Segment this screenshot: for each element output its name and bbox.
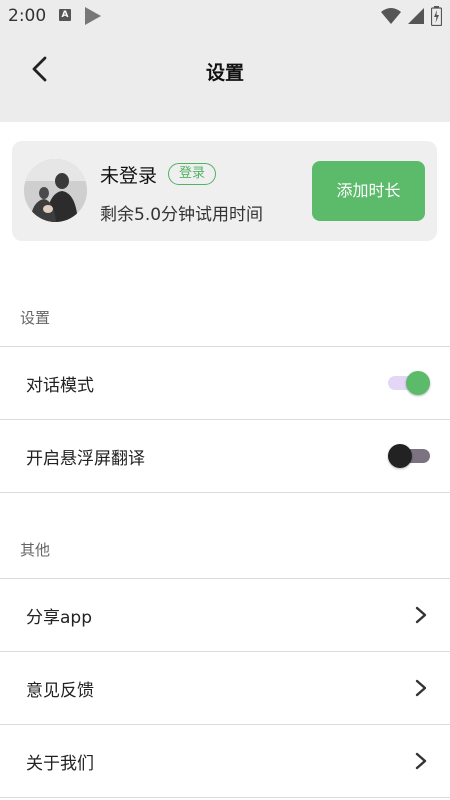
wifi-icon [381, 8, 401, 24]
signal-icon [408, 8, 424, 24]
divider [0, 492, 450, 493]
battery-icon [431, 6, 442, 26]
setting-row-floating-translate[interactable]: 开启悬浮屏翻译 [0, 419, 450, 492]
dialogue-mode-toggle[interactable] [388, 369, 430, 397]
row-label: 意见反馈 [26, 681, 94, 701]
row-feedback[interactable]: 意见反馈 [0, 651, 450, 724]
play-store-icon [84, 6, 102, 30]
row-label: 关于我们 [26, 754, 94, 774]
add-time-button[interactable]: 添加时长 [312, 161, 425, 221]
row-share-app[interactable]: 分享app [0, 578, 450, 651]
row-label: 分享app [26, 608, 92, 628]
user-card: 未登录 登录 剩余5.0分钟试用时间 添加时长 [12, 141, 437, 241]
chevron-right-icon [415, 606, 427, 624]
notification-a-icon: A [59, 9, 71, 21]
status-bar: 2:00 A [0, 0, 450, 32]
status-time: 2:00 [8, 6, 47, 26]
avatar-image [24, 159, 87, 222]
setting-row-dialogue-mode[interactable]: 对话模式 [0, 346, 450, 419]
divider [0, 797, 450, 798]
user-name: 未登录 [100, 165, 158, 187]
app-bar: 设置 [0, 32, 450, 122]
avatar[interactable] [24, 159, 87, 222]
trial-remaining-text: 剩余5.0分钟试用时间 [100, 205, 264, 225]
toggle-thumb [388, 444, 412, 468]
floating-translate-toggle[interactable] [388, 442, 430, 470]
chevron-right-icon [415, 679, 427, 697]
chevron-right-icon [415, 752, 427, 770]
section-title-settings: 设置 [20, 309, 51, 327]
section-title-other: 其他 [20, 541, 51, 559]
toggle-thumb [406, 371, 430, 395]
login-button[interactable]: 登录 [168, 163, 216, 185]
row-about-us[interactable]: 关于我们 [0, 724, 450, 797]
setting-label: 开启悬浮屏翻译 [26, 449, 145, 469]
status-icons [381, 6, 442, 26]
page-title: 设置 [205, 62, 244, 84]
setting-label: 对话模式 [26, 376, 94, 396]
